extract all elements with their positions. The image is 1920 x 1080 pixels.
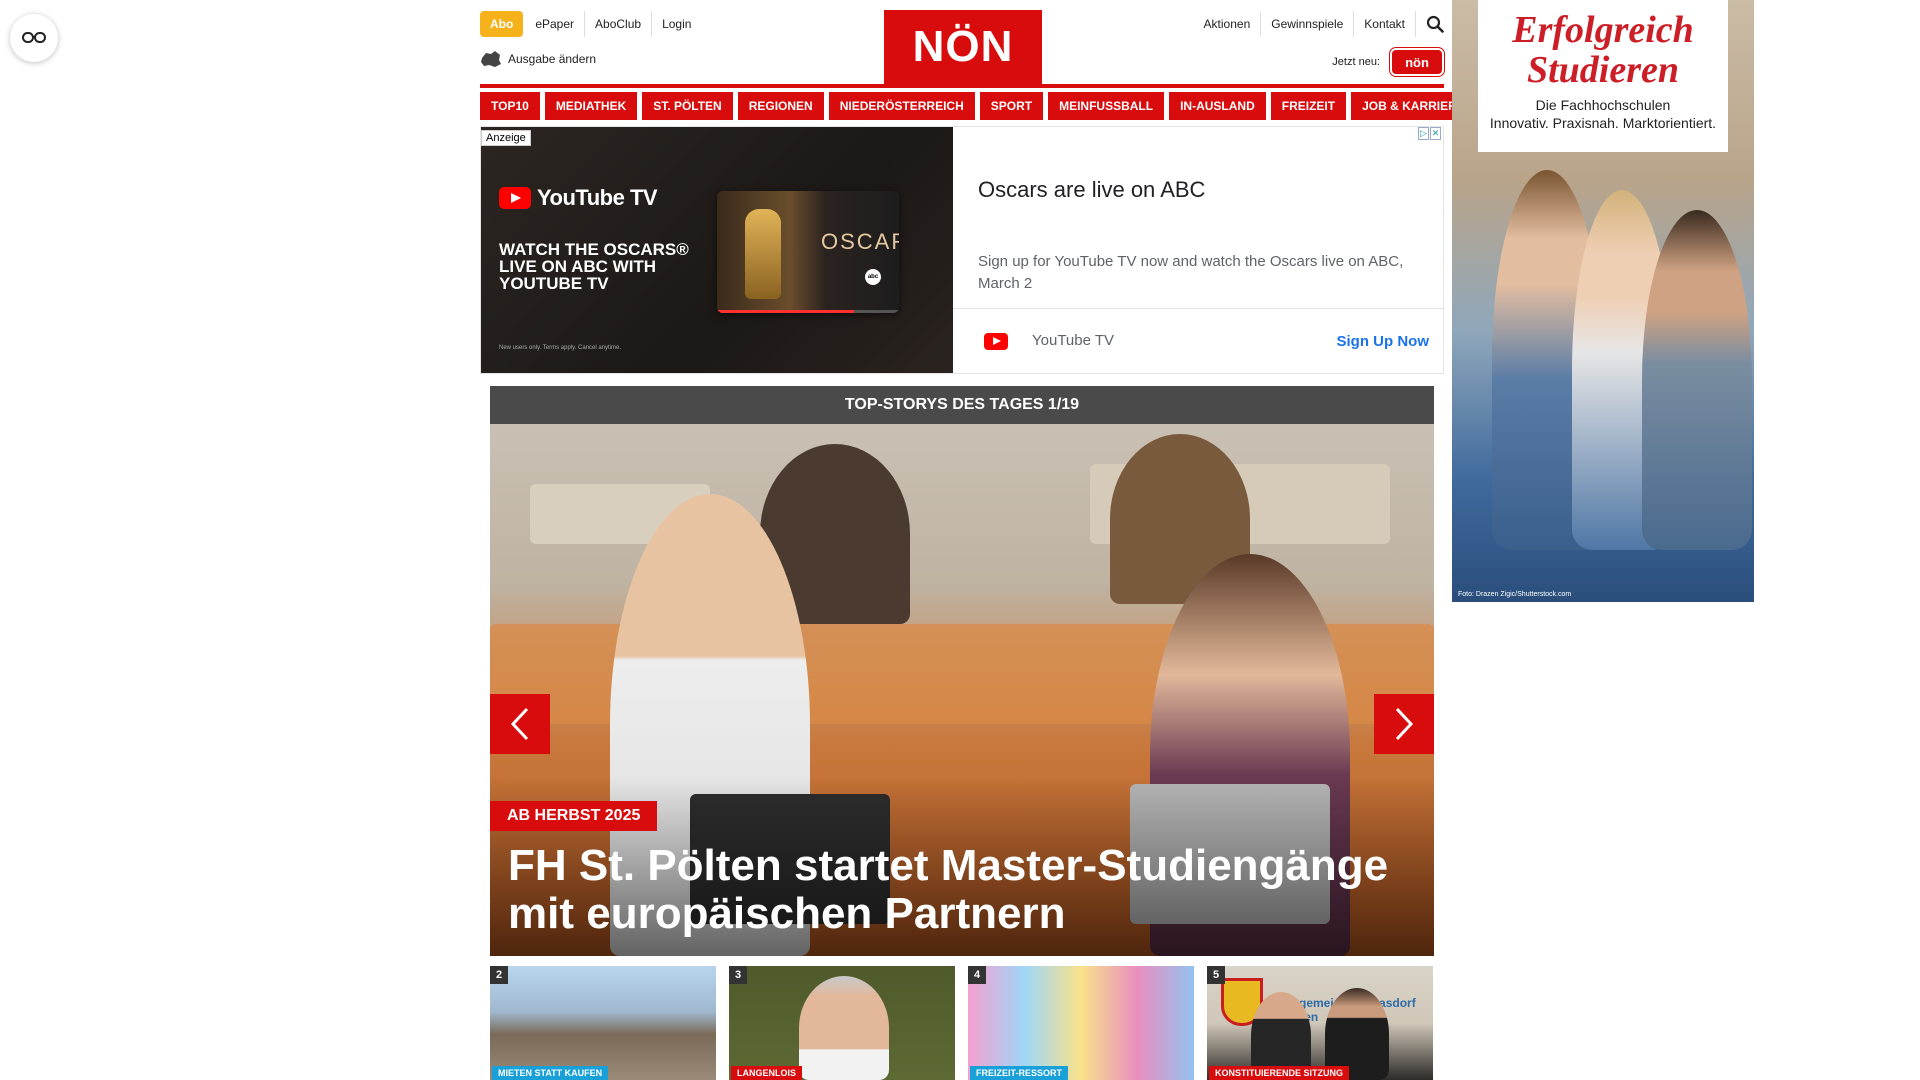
search-button[interactable]: [1415, 11, 1444, 37]
jetzt-neu: Jetzt neu: nön: [1332, 48, 1444, 76]
noen-app-logo[interactable]: nön: [1390, 48, 1444, 76]
login-link[interactable]: Login: [651, 11, 701, 37]
sky-ad-title-line2: Studieren: [1526, 49, 1680, 91]
chevron-right-icon: [1395, 707, 1414, 741]
story-card[interactable]: 4 FREIZEIT-RESSORT: [968, 966, 1194, 1080]
sky-ad-textbox: Erfolgreich Studieren Die Fachhochschule…: [1478, 0, 1728, 152]
lower-austria-map-icon: [481, 51, 501, 67]
photo-credit: Foto: Drazen Zigic/Shutterstock.com: [1458, 591, 1572, 598]
abc-logo: abc: [865, 269, 881, 285]
slider-next-button[interactable]: [1374, 694, 1434, 754]
sign-up-now-button[interactable]: Sign Up Now: [1337, 333, 1430, 350]
ad-advertiser: YouTube TV: [1032, 332, 1115, 349]
story-tag: FREIZEIT-RESSORT: [970, 1066, 1069, 1080]
top-story-image[interactable]: AB HERBST 2025 FH St. Pölten startet Mas…: [490, 424, 1434, 956]
aktionen-link[interactable]: Aktionen: [1194, 11, 1261, 37]
nav-item-in-ausland[interactable]: IN-AUSLAND: [1169, 92, 1266, 120]
main-nav: TOP10 MEDIATHEK ST. PÖLTEN REGIONEN NIED…: [480, 92, 1476, 120]
sky-ad-sub-line1: Die Fachhochschulen: [1535, 97, 1671, 113]
ad-text-panel[interactable]: ▷ ✕ Oscars are live on ABC Sign up for Y…: [953, 127, 1443, 373]
story-headline[interactable]: FH St. Pölten startet Master-Studiengäng…: [508, 842, 1418, 938]
oscars-video-card: OSCARS abc: [717, 191, 899, 313]
jetzt-neu-label: Jetzt neu:: [1332, 56, 1380, 68]
story-card[interactable]: 2 MIETEN STATT KAUFEN: [490, 966, 716, 1080]
ad-description: Sign up for YouTube TV now and watch the…: [978, 253, 1404, 292]
site-header: Abo ePaper AboClub Login Ausgabe ändern …: [480, 0, 1444, 88]
adchoices-icon[interactable]: ▷: [1418, 127, 1429, 140]
ad-title[interactable]: Oscars are live on ABC: [978, 177, 1205, 203]
sky-ad-sub-line2: Innovativ. Praxisnah. Marktorientiert.: [1489, 115, 1717, 131]
ad-creative-headline: WATCH THE OSCARS® LIVE ON ABC WITH YOUTU…: [499, 240, 689, 293]
youtube-play-icon: [499, 187, 531, 209]
chevron-left-icon: [510, 707, 529, 741]
right-links: Aktionen Gewinnspiele Kontakt: [1194, 10, 1444, 38]
nav-item-sport[interactable]: SPORT: [979, 92, 1044, 120]
story-card[interactable]: 3 LANGENLOIS: [729, 966, 955, 1080]
reader-mode-button[interactable]: [10, 14, 58, 62]
aboclub-link[interactable]: AboClub: [584, 11, 651, 37]
sky-ad-title-line1: Erfolgreich: [1512, 9, 1694, 51]
search-icon: [1426, 15, 1444, 33]
sky-ad-subtitle: Die Fachhochschulen Innovativ. Praxisnah…: [1478, 96, 1728, 132]
adchoices[interactable]: ▷ ✕: [1418, 127, 1441, 140]
edition-label: Ausgabe ändern: [508, 52, 597, 66]
video-progress-bar: [717, 310, 899, 313]
glasses-icon: [22, 32, 46, 43]
top-links: Abo ePaper AboClub Login: [480, 10, 701, 38]
header-divider: [480, 84, 1444, 88]
fachhochschulen-skyscraper-ad[interactable]: Erfolgreich Studieren Die Fachhochschule…: [1452, 0, 1754, 602]
sky-ad-title: Erfolgreich Studieren: [1478, 10, 1728, 90]
ad-small-print: New users only. Terms apply. Cancel anyt…: [499, 345, 622, 351]
nav-item-meinfussball[interactable]: MEINFUSSBALL: [1048, 92, 1165, 120]
youtube-tv-logo: YouTube TV: [499, 185, 658, 211]
story-tag: LANGENLOIS: [731, 1066, 803, 1080]
oscars-wordmark: OSCARS: [821, 229, 899, 254]
slider-heading: TOP-STORYS DES TAGES 1/19: [490, 386, 1434, 424]
student-image: [1642, 210, 1752, 550]
ad-footer: YouTube TV Sign Up Now: [953, 308, 1443, 373]
top-stories-slider: TOP-STORYS DES TAGES 1/19 AB HERBST 2025…: [490, 386, 1434, 956]
nav-item-niederoesterreich[interactable]: NIEDERÖSTERREICH: [828, 92, 975, 120]
nav-item-freizeit[interactable]: FREIZEIT: [1270, 92, 1347, 120]
slider-prev-button[interactable]: [490, 694, 550, 754]
youtube-tv-ad[interactable]: Anzeige YouTube TV WATCH THE OSCARS® LIV…: [480, 126, 1444, 374]
portrait-image: [799, 976, 889, 1080]
ad-label: Anzeige: [481, 130, 531, 146]
youtube-tv-brand-text: YouTube TV: [537, 185, 658, 210]
main-column: Abo ePaper AboClub Login Ausgabe ändern …: [480, 0, 1476, 1080]
nav-item-mediathek[interactable]: MEDIATHEK: [544, 92, 638, 120]
abo-button[interactable]: Abo: [480, 11, 524, 37]
story-number: 3: [729, 966, 747, 984]
story-number: 2: [490, 966, 508, 984]
oscar-statue-image: [745, 209, 781, 299]
story-tag: MIETEN STATT KAUFEN: [492, 1066, 609, 1080]
ad-creative[interactable]: Anzeige YouTube TV WATCH THE OSCARS® LIV…: [481, 127, 953, 373]
nav-item-top10[interactable]: TOP10: [480, 92, 540, 120]
noen-logo[interactable]: NÖN: [884, 10, 1042, 84]
story-number: 5: [1207, 966, 1225, 984]
story-kicker[interactable]: AB HERBST 2025: [490, 801, 658, 831]
gewinnspiele-link[interactable]: Gewinnspiele: [1260, 11, 1353, 37]
ad-close-icon[interactable]: ✕: [1430, 127, 1441, 140]
story-number: 4: [968, 966, 986, 984]
edition-selector[interactable]: Ausgabe ändern: [480, 50, 596, 68]
story-cards: 2 MIETEN STATT KAUFEN 3 LANGENLOIS 4 FRE…: [490, 966, 1434, 1080]
youtube-icon: [984, 333, 1008, 350]
kontakt-link[interactable]: Kontakt: [1353, 11, 1415, 37]
epaper-link[interactable]: ePaper: [525, 11, 584, 37]
nav-item-st-poelten[interactable]: ST. PÖLTEN: [642, 92, 733, 120]
nav-item-regionen[interactable]: REGIONEN: [737, 92, 824, 120]
story-card[interactable]: Stadtgemeinde Gerasdorf bei Wien 5 KONST…: [1207, 966, 1433, 1080]
story-tag: KONSTITUIERENDE SITZUNG: [1209, 1066, 1350, 1080]
